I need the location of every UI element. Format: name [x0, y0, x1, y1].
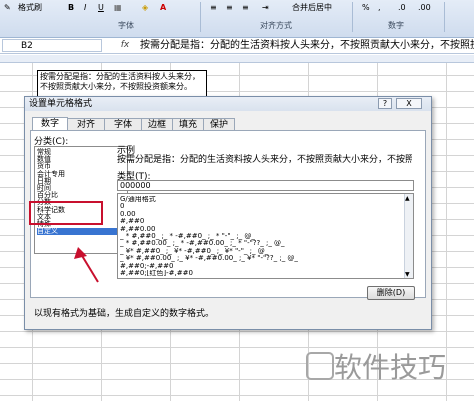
format-item[interactable]: #,##0;-#,##0 [120, 263, 405, 270]
watermark-logo-icon [306, 352, 334, 380]
sample-preview: 按需分配是指：分配的生活资料按人头来分，不按照贡献大小来分，不按照投资额来 [117, 155, 412, 165]
font-color-icon[interactable]: A [160, 1, 166, 15]
group-alignment-label: 对齐方式 [260, 21, 292, 30]
group-font-label: 字体 [118, 21, 134, 30]
format-item[interactable]: #,##0 [120, 218, 405, 225]
highlight-box [29, 201, 103, 225]
format-item[interactable]: #,##0.00 [120, 226, 405, 233]
type-input[interactable]: 000000 [117, 180, 414, 191]
scroll-up-icon[interactable]: ▲ [405, 195, 410, 202]
align-center-icon[interactable]: ≡ [226, 1, 233, 15]
border-icon[interactable]: ▦ [114, 1, 122, 15]
delete-button[interactable]: 删除(D) [367, 286, 415, 300]
format-item[interactable]: _ * #,##0.00_ ;_ * -#,##0.00_ ;_ * "-"??… [120, 240, 405, 247]
format-painter-button[interactable]: 格式刷 [18, 1, 42, 15]
comma-icon[interactable]: , [378, 1, 381, 15]
watermark-text: 软件技巧 [334, 351, 447, 384]
divider [352, 2, 353, 32]
format-item[interactable]: _ * #,##0_ ;_ * -#,##0_ ;_ * "-"_ ;_ @_ [120, 233, 405, 240]
ribbon: 格式刷 ✎ B I U ▦ ◈ A 字体 ≡ ≡ ≡ ⇥ 合并后居中 对齐方式 … [0, 0, 474, 38]
format-item[interactable]: G/通用格式 [120, 196, 405, 203]
percent-icon[interactable]: % [362, 1, 370, 15]
divider [444, 2, 445, 32]
align-left-icon[interactable]: ≡ [210, 1, 217, 15]
format-item[interactable]: _ ¥* #,##0_ ;_ ¥* -#,##0_ ;_ ¥* "-"_ ;_ … [120, 248, 405, 255]
format-list[interactable]: G/通用格式 0 0.00 #,##0 #,##0.00 _ * #,##0_ ;_ * … [117, 193, 414, 279]
decrease-decimal-icon[interactable]: .00 [418, 1, 431, 15]
scroll-down-icon[interactable]: ▼ [405, 271, 410, 278]
format-list-scrollbar[interactable] [404, 194, 413, 278]
column-header [0, 55, 474, 63]
bold-icon[interactable]: B [68, 1, 74, 15]
fill-color-icon[interactable]: ◈ [142, 1, 148, 15]
align-right-icon[interactable]: ≡ [242, 1, 249, 15]
format-painter-icon: ✎ [4, 3, 11, 12]
format-item[interactable]: 0.00 [120, 211, 405, 218]
dialog-title: 设置单元格格式 [25, 97, 431, 111]
underline-icon[interactable]: U [98, 1, 104, 15]
increase-decimal-icon[interactable]: .0 [398, 1, 406, 15]
divider [200, 2, 201, 32]
category-list[interactable]: 常规 数值 货币 会计专用 日期 时间 百分比 分数 科学记数 文本 特殊 自定义 [34, 146, 128, 254]
close-button[interactable]: X [396, 98, 422, 109]
format-item[interactable]: 0 [120, 203, 405, 210]
category-item[interactable]: 自定义 [37, 228, 125, 236]
formula-input[interactable]: 按需分配是指：分配的生活资料按人头来分，不按照贡献大小来分，不按照投资 [140, 39, 474, 52]
indent-icon[interactable]: ⇥ [262, 1, 269, 15]
merge-center-button[interactable]: 合并后居中 [292, 1, 332, 15]
help-button[interactable]: ? [378, 98, 392, 109]
fx-icon[interactable]: fx [118, 39, 132, 52]
format-item[interactable]: #,##0;[红色]-#,##0 [120, 270, 405, 277]
description-text: 以现有格式为基础，生成自定义的数字格式。 [34, 309, 215, 319]
name-box[interactable]: B2 [2, 39, 102, 52]
format-item[interactable]: _ ¥* #,##0.00_ ;_ ¥* -#,##0.00_ ;_ ¥* "-… [120, 255, 405, 262]
italic-icon[interactable]: I [84, 1, 86, 15]
group-number-label: 数字 [388, 21, 404, 30]
